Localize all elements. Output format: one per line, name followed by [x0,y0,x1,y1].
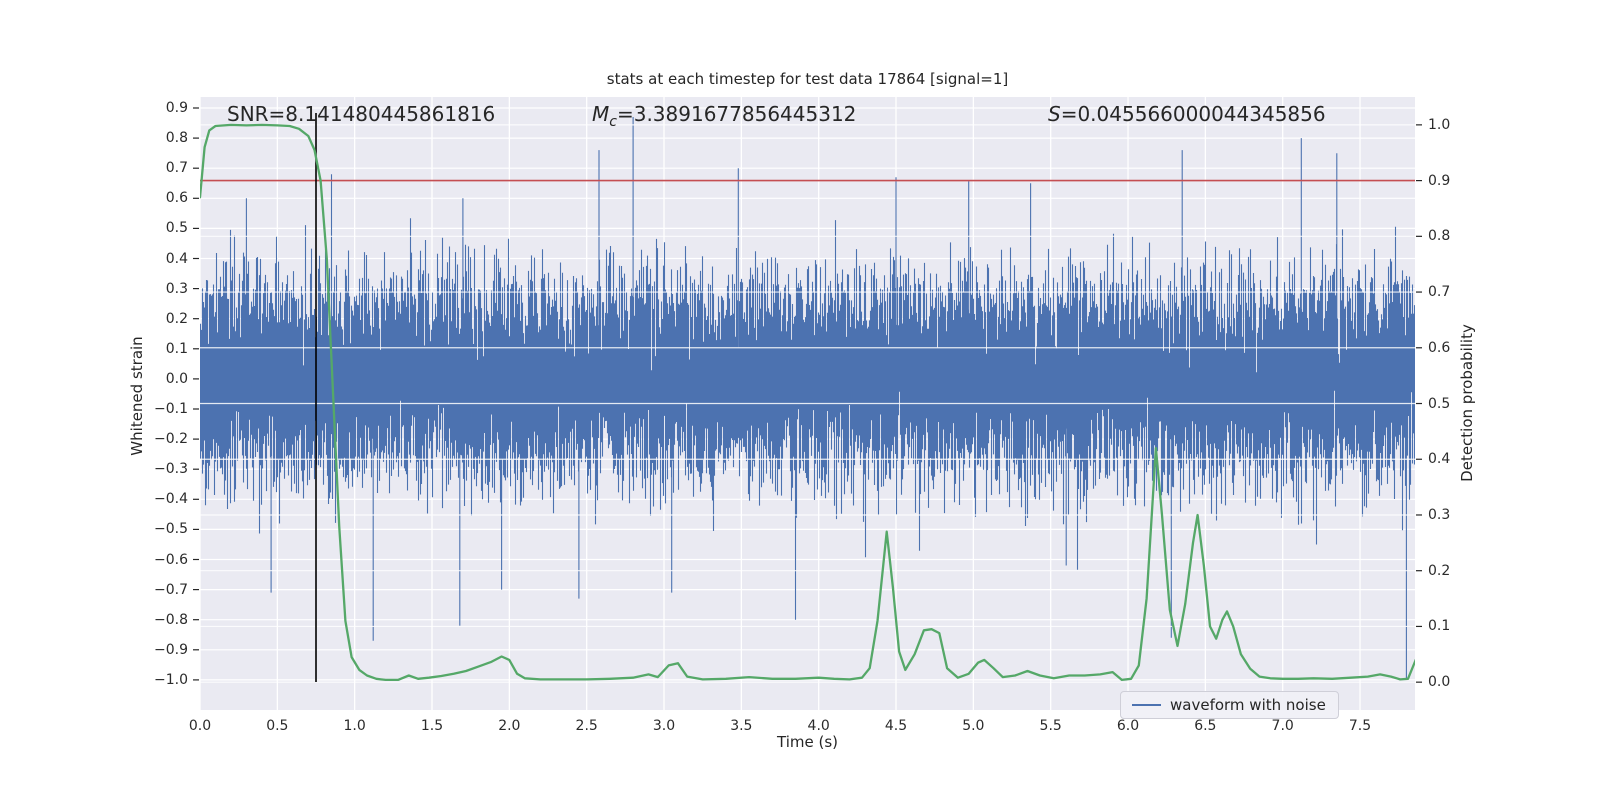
x-tick-label: 3.5 [730,718,753,734]
y-tick-label-left: −0.6 [154,551,188,568]
y-tick-label-left: 0.6 [165,190,188,207]
y-tick-label-right: 0.7 [1428,284,1451,301]
y-tick-label-right: 0.0 [1428,674,1451,691]
y-tick-label-left: 0.2 [165,310,188,327]
x-tick-label: 1.0 [343,718,366,734]
y-tick-label-right: 0.3 [1428,506,1451,523]
y-axis-label-right: Detection probability [1458,324,1476,482]
x-tick-label: 6.5 [1194,718,1217,734]
y-tick-label-right: 0.6 [1428,339,1451,356]
y-tick-label-right: 0.5 [1428,395,1451,412]
y-tick-label-right: 0.2 [1428,562,1451,579]
y-tick-label-left: −0.5 [154,521,188,538]
y-tick-label-left: 0.4 [165,250,188,267]
annotation-s-value: =0.045566000044345856 [1060,102,1326,126]
x-tick-label: 5.5 [1039,718,1062,734]
y-tick-label-left: −0.8 [154,611,188,628]
y-tick-label-right: 0.9 [1428,172,1451,189]
x-tick-label: 0.5 [266,718,289,734]
annotation-snr: SNR=8.141480445861816 [227,102,496,126]
y-tick-label-left: 0.8 [165,130,188,147]
y-tick-label-right: 0.8 [1428,228,1451,245]
y-tick-label-left: −0.9 [154,641,188,658]
x-tick-label: 7.5 [1348,718,1372,734]
y-tick-label-left: 0.9 [165,100,188,116]
x-tick-label: 4.5 [884,718,908,734]
y-tick-label-right: 0.4 [1428,451,1451,468]
x-tick-label: 2.0 [498,718,521,734]
x-tick-label: 2.5 [575,718,598,734]
y-tick-label-left: −0.7 [154,581,188,598]
x-tick-label: 7.0 [1271,718,1294,734]
annotation-mc-symbol: M [592,102,610,126]
legend-line-sample [1132,704,1161,706]
annotation-skewness: S=0.045566000044345856 [1048,102,1326,126]
legend-label: waveform with noise [1170,696,1326,714]
y-tick-label-left: 0.7 [165,160,188,177]
annotation-mc-subscript: c [609,114,617,130]
x-tick-label: 1.5 [420,718,444,734]
annotation-s-symbol: S [1048,102,1061,126]
y-tick-label-left: −0.3 [154,461,188,478]
x-tick-label: 0.0 [188,718,212,734]
y-tick-label-left: 0.1 [165,340,188,357]
x-tick-label: 5.0 [962,718,985,734]
x-tick-label: 4.0 [807,718,830,734]
x-tick-label: 3.0 [652,718,676,734]
chart-title: stats at each timestep for test data 178… [606,70,1009,88]
y-tick-label-left: 0.5 [165,220,188,237]
y-tick-label-left: −0.2 [154,431,188,448]
annotation-mc-value: =3.3891677856445312 [616,102,857,126]
y-tick-label-right: 0.1 [1428,618,1451,635]
figure-canvas: stats at each timestep for test data 178… [0,0,1600,800]
y-tick-label-left: −0.1 [154,401,188,417]
y-tick-label-left: −1.0 [154,671,188,688]
legend: waveform with noise [1120,691,1339,719]
x-tick-label: 6.0 [1116,718,1140,734]
annotation-chirp-mass: Mc=3.3891677856445312 [592,102,856,130]
y-tick-label-right: 1.0 [1428,116,1451,133]
y-tick-label-left: 0.3 [165,280,188,297]
y-tick-label-left: −0.4 [154,491,188,508]
y-tick-label-left: 0.0 [165,370,188,387]
